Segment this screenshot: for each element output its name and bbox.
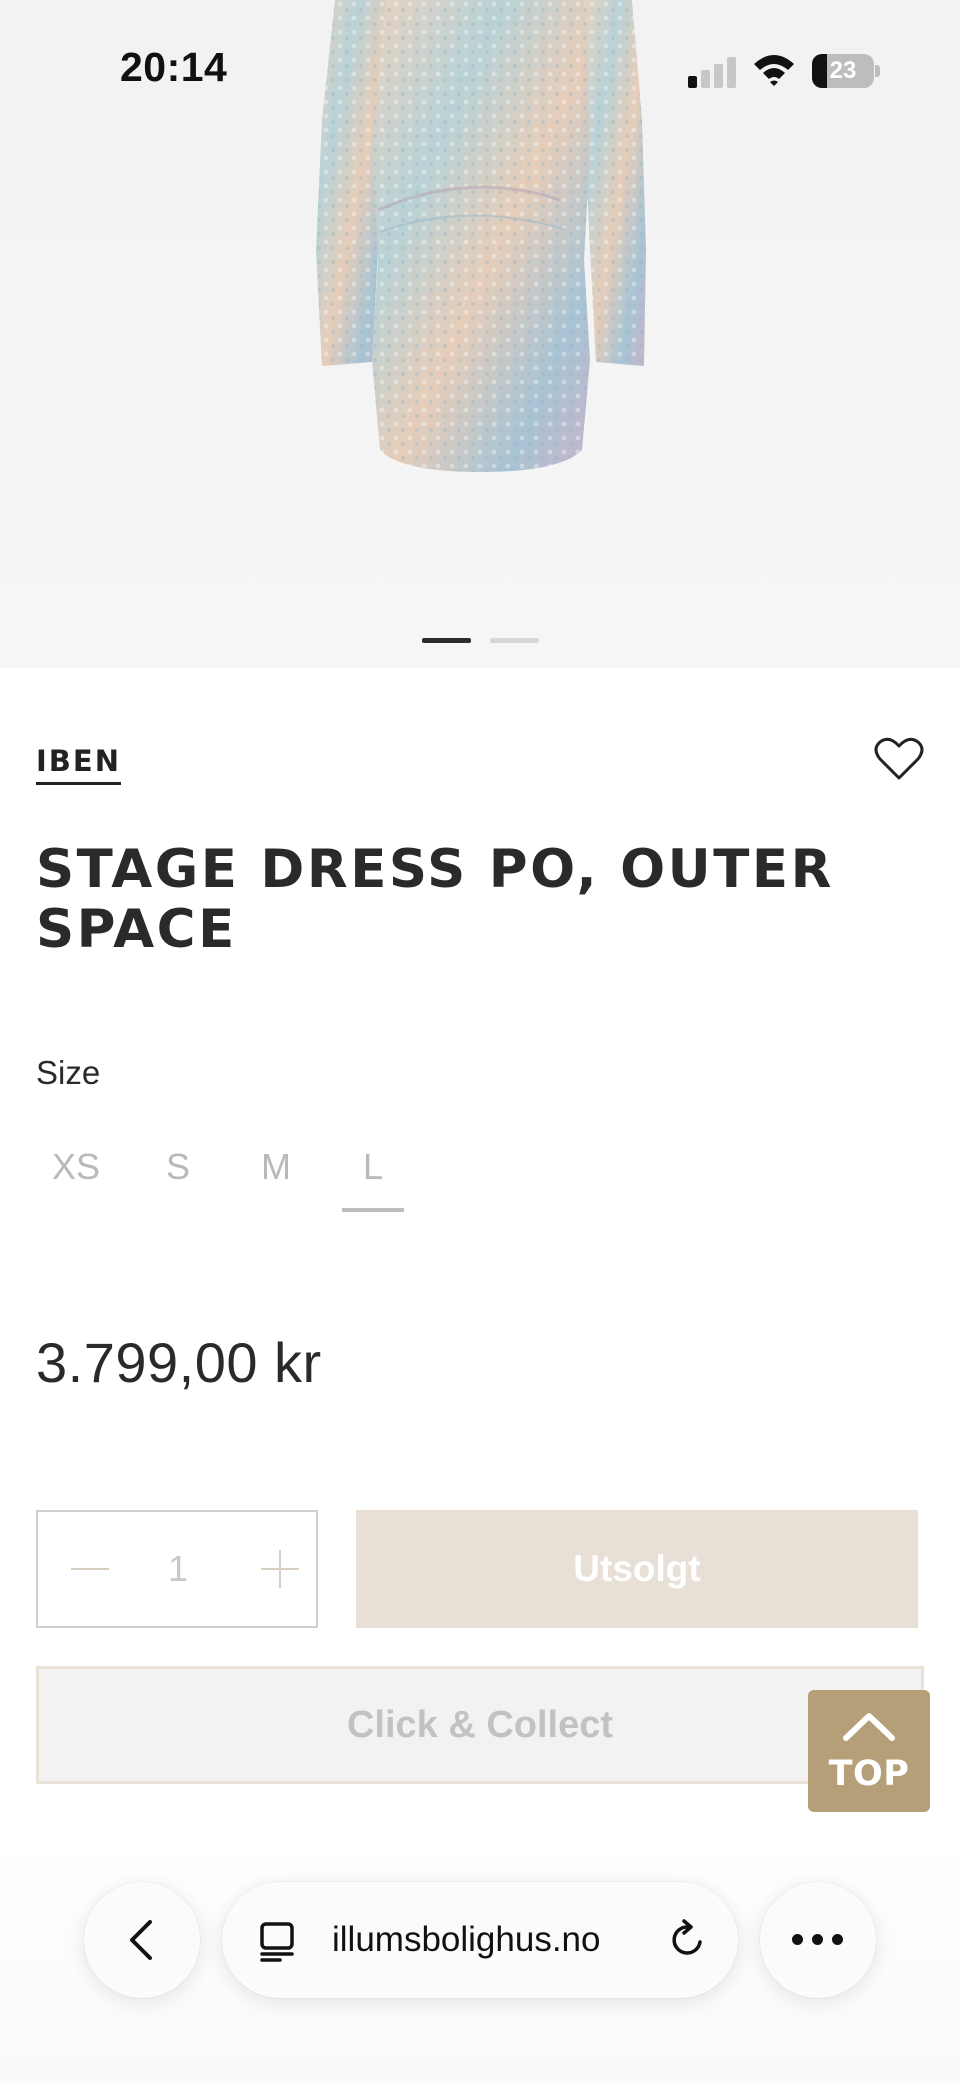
reload-icon[interactable] [666,1918,710,1962]
size-label: Size [36,1054,101,1091]
more-icon [792,1934,844,1946]
sold-out-button[interactable]: Utsolgt [356,1510,918,1628]
product-title: STAGE DRESS PO, OUTER SPACE [36,839,834,960]
gallery-dot-active[interactable] [422,638,471,643]
back-to-top-label: TOP [828,1754,910,1794]
cellular-signal-icon [688,56,738,88]
heart-icon[interactable] [874,736,924,782]
browser-back-button[interactable] [84,1882,200,1998]
quantity-increase-button[interactable] [228,1512,318,1626]
battery-level: 23 [829,57,857,84]
wifi-icon [754,55,794,86]
quantity-decrease-button[interactable] [38,1512,128,1626]
quantity-stepper: 1 [36,1510,318,1628]
size-option-l[interactable]: L [342,1140,404,1212]
chevron-up-icon [843,1713,895,1741]
size-selector: XS S M L [36,1140,536,1212]
battery-icon: 23 [812,54,880,88]
gallery-dot[interactable] [490,638,539,643]
size-option-s[interactable]: S [158,1140,198,1212]
chevron-left-icon [130,1920,152,1960]
brand-link[interactable]: IBEN [36,744,121,785]
gallery-indicator [0,638,960,644]
minus-icon [71,1568,109,1570]
back-to-top-button[interactable]: TOP [808,1690,930,1812]
status-time: 20:14 [120,44,228,90]
product-price: 3.799,00 kr [36,1331,322,1394]
size-option-m[interactable]: M [254,1140,298,1212]
address-bar-url: illumsbolighus.no [332,1920,601,1959]
size-option-xs[interactable]: XS [50,1140,102,1212]
reader-icon [260,1922,294,1962]
browser-toolbar: illumsbolighus.no [0,1840,960,2081]
status-bar: 20:14 23 [0,0,960,140]
click-collect-button[interactable]: Click & Collect [36,1666,924,1784]
address-bar[interactable]: illumsbolighus.no [222,1882,738,1998]
quantity-value[interactable]: 1 [128,1512,228,1626]
more-button[interactable] [760,1882,876,1998]
